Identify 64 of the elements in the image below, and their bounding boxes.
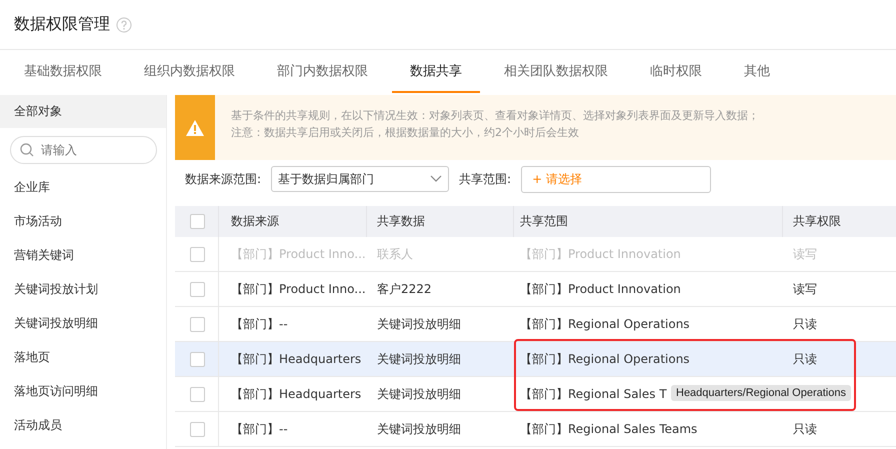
table-cell: 【部门】Headquarters (231, 350, 362, 368)
checkbox[interactable] (190, 386, 205, 402)
table-cell: 【部门】Regional Sales Teams (520, 420, 698, 438)
table-cell: 【部门】Product Innovation (520, 280, 681, 298)
source-select[interactable]: 基于数据归属部门 (271, 166, 450, 192)
page-title: 数据权限管理 (14, 14, 110, 35)
sidebar-item[interactable]: 市场活动 (0, 204, 166, 238)
column-header: 共享范围 (514, 206, 783, 237)
table-cell: 客户2222 (377, 280, 432, 298)
tab[interactable]: 数据共享 (392, 50, 480, 93)
checkbox[interactable] (190, 352, 205, 366)
tab[interactable]: 其他 (726, 50, 788, 93)
column-header: 共享权限 (783, 206, 896, 237)
table-cell: 【部门】Headquarters (231, 386, 362, 402)
table-cell: 【部门】Regional Operations (520, 350, 690, 368)
table-cell: 只读 (793, 316, 817, 332)
checkbox[interactable] (190, 316, 205, 332)
table-cell: 【部门】Regional Operations (520, 316, 690, 332)
tab[interactable]: 基础数据权限 (6, 50, 120, 93)
filter-label: 数据来源范围: (185, 170, 262, 188)
checkbox[interactable] (190, 422, 205, 436)
filter-label: 共享范围: (459, 170, 512, 188)
search-field[interactable]: 请输入 (10, 136, 157, 164)
table-cell: 【部门】-- (231, 316, 288, 332)
table-cell: 联系人 (377, 246, 413, 262)
column-header: 共享数据 (367, 206, 514, 237)
table-cell: 【部门】Product Inno... (231, 280, 366, 298)
tab[interactable]: 组织内数据权限 (126, 50, 253, 93)
sidebar-item[interactable]: 落地页访问明细 (0, 374, 166, 408)
table-cell: 关键词投放明细 (377, 350, 461, 368)
table-cell: 只读 (793, 350, 817, 368)
tooltip: Headquarters/Regional Operations (671, 385, 851, 401)
table-row[interactable]: 【部门】Product Inno... 客户2222 【部门】Product Innovation 读写 (175, 272, 896, 307)
table-cell: 【部门】Product Innovation (520, 246, 681, 262)
sidebar-item[interactable]: 关键词投放明细 (0, 306, 166, 340)
table-row[interactable]: 【部门】Headquarters 关键词投放明细 【部门】Regional Operations 只读 (175, 342, 896, 377)
checkbox[interactable] (190, 214, 205, 229)
help-icon[interactable] (116, 16, 132, 32)
sidebar-item[interactable]: 活动成员 (0, 408, 166, 442)
sidebar-item[interactable]: 营销关键词 (0, 238, 166, 272)
notice-text: 注意：数据共享启用或关闭后，根据数据量的大小，约2个小时后会生效 (231, 125, 580, 141)
table-cell: 【部门】Product Inno... (231, 246, 366, 262)
table-cell: 关键词投放明细 (377, 420, 461, 438)
table-row[interactable]: 【部门】-- 关键词投放明细 【部门】Regional Sales Teams 只读 (175, 412, 896, 447)
warning-icon (186, 120, 204, 136)
table-cell: 只读 (793, 420, 817, 438)
search-icon (20, 143, 34, 157)
chevron-down-icon (430, 175, 442, 183)
tab[interactable]: 临时权限 (632, 50, 720, 93)
table-cell: 关键词投放明细 (377, 386, 461, 402)
sidebar-header[interactable]: 全部对象 (0, 95, 166, 128)
sidebar-item[interactable]: 落地页 (0, 340, 166, 374)
table-cell: 读写 (793, 246, 817, 262)
sidebar-item[interactable]: 关键词投放计划 (0, 272, 166, 306)
table-cell: 【部门】Regional Sales T (520, 386, 667, 402)
sidebar-item[interactable]: 企业库 (0, 170, 166, 204)
notice-text: 基于条件的共享规则，在以下情况生效：对象列表页、查看对象详情页、选择对象列表界面及更新导入数据； (231, 108, 759, 124)
column-header: 数据来源 (219, 206, 367, 237)
table-cell: 【部门】-- (231, 420, 288, 438)
table-cell: 读写 (793, 280, 817, 298)
tab[interactable]: 部门内数据权限 (259, 50, 386, 93)
tab[interactable]: 相关团队数据权限 (486, 50, 626, 93)
table-cell: 关键词投放明细 (377, 316, 461, 332)
checkbox[interactable] (190, 282, 205, 296)
